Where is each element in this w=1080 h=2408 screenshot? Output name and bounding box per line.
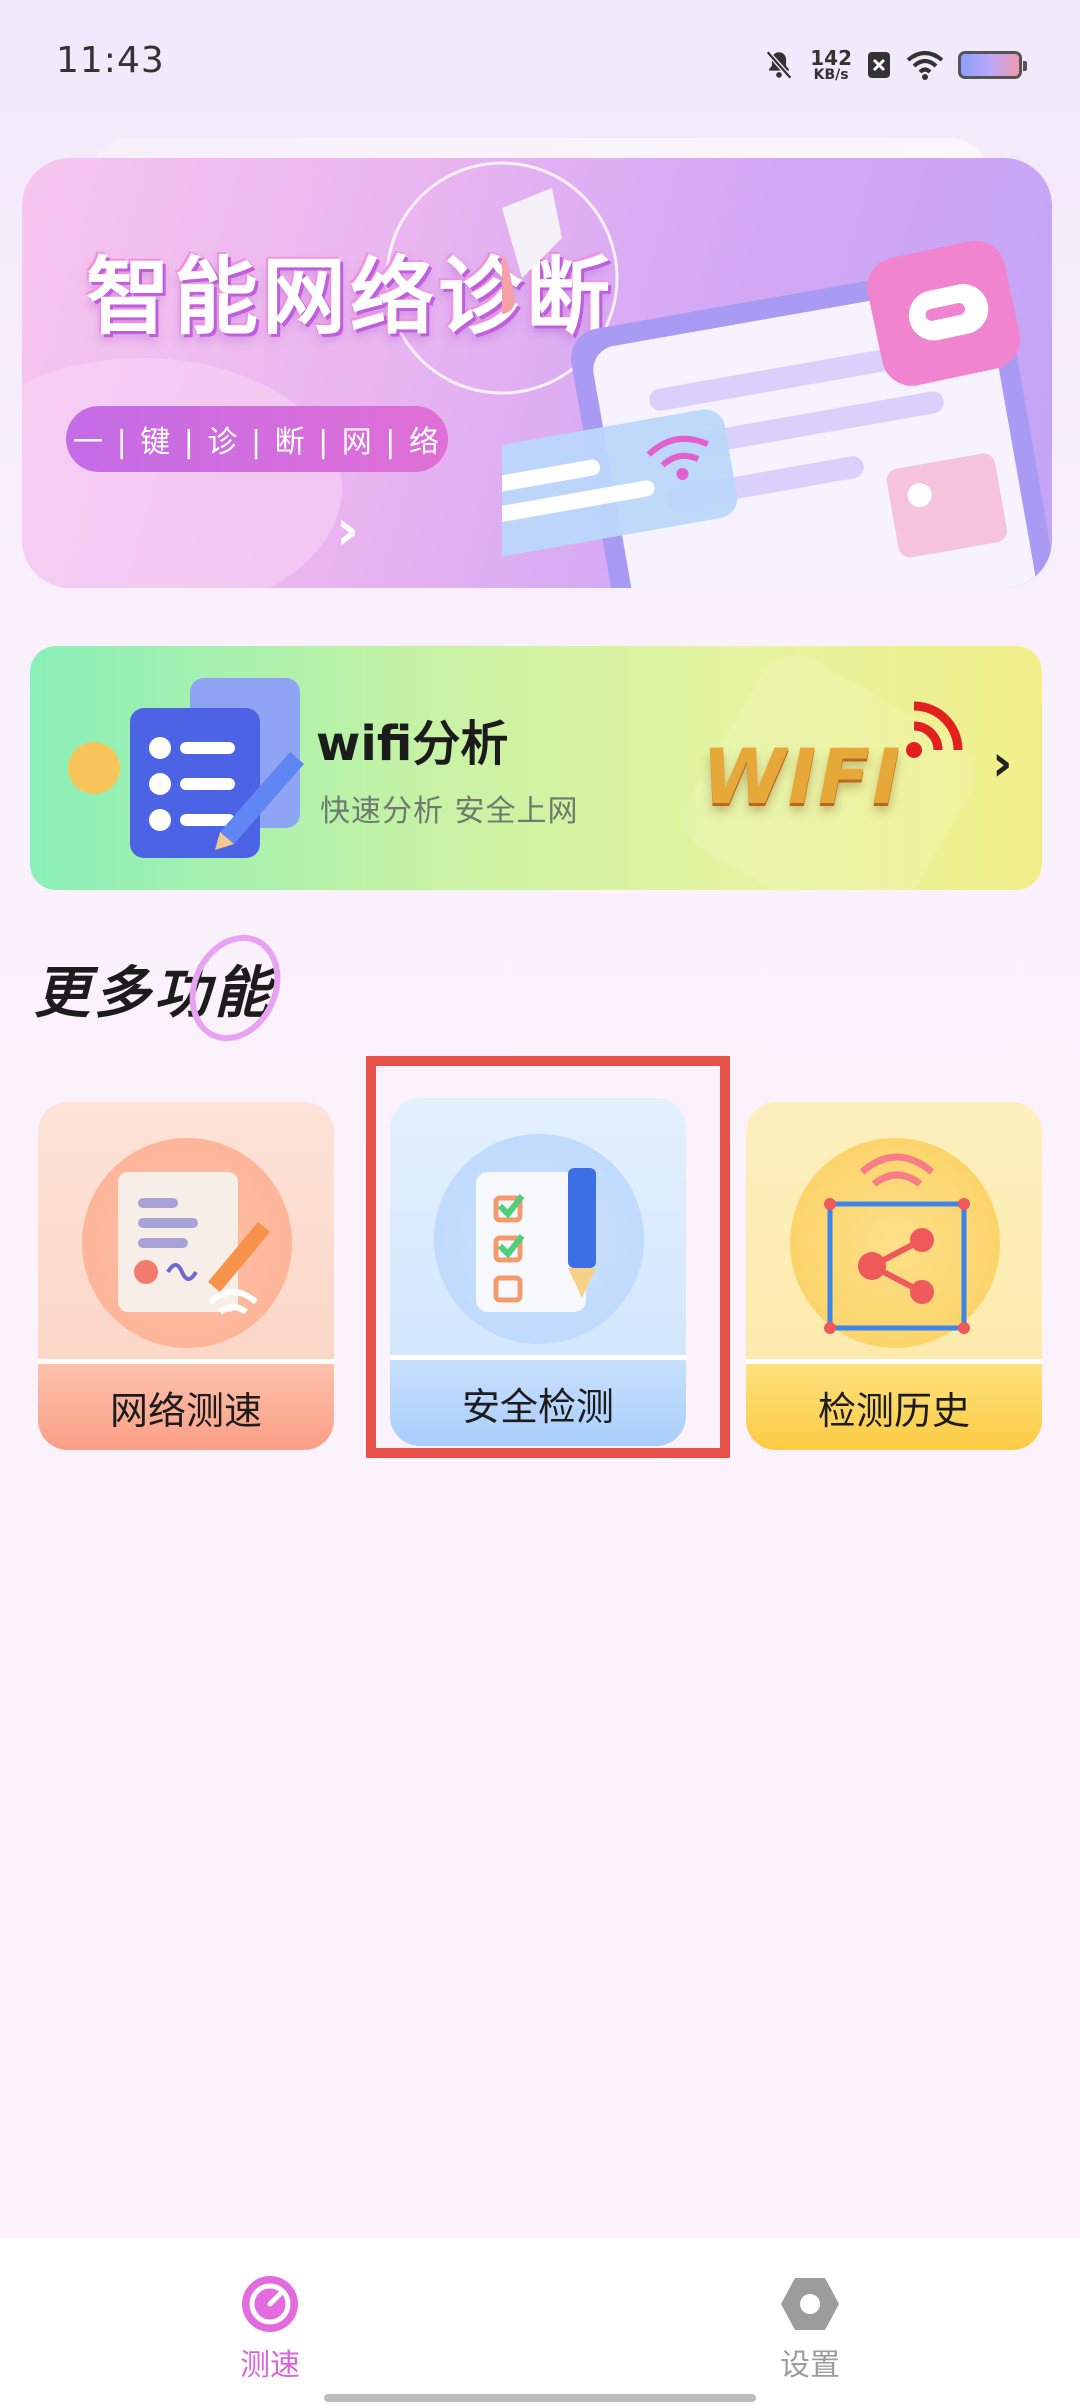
- wifi-analysis-subtitle: 快速分析 安全上网: [320, 794, 579, 829]
- smart-diagnosis-banner[interactable]: 智能网络诊断 一 | 键 | 诊 | 断 | 网 | 络 ›: [22, 158, 1052, 588]
- wifi-signal-icon: [906, 51, 944, 80]
- title-swirl-decoration: [189, 934, 281, 1042]
- feature-label: 网络测速: [38, 1359, 334, 1450]
- speedometer-icon: [242, 2276, 298, 2332]
- sim-blocked-icon: [868, 52, 890, 78]
- feature-card-history[interactable]: 检测历史: [746, 1102, 1042, 1450]
- banner-pill: 一 | 键 | 诊 | 断 | 网 | 络: [66, 406, 448, 472]
- wifi-waves-icon: [906, 701, 963, 758]
- wifi-analysis-title: wifi分析: [316, 716, 509, 772]
- battery-icon: [958, 51, 1027, 79]
- home-indicator[interactable]: [324, 2394, 756, 2402]
- network-speed: 142 KB/s: [810, 48, 852, 82]
- feature-label: 检测历史: [746, 1359, 1042, 1450]
- checklist-document-icon: [68, 678, 304, 858]
- tab-settings[interactable]: 设置: [710, 2274, 910, 2384]
- wifi-analysis-card[interactable]: wifi分析 快速分析 安全上网 WIFI ›: [30, 646, 1042, 890]
- tab-settings-label: 设置: [780, 2348, 840, 2383]
- clock: 11:43: [56, 40, 165, 81]
- document-chat-illustration: [502, 188, 1052, 588]
- tab-speed-test[interactable]: 测速: [170, 2274, 370, 2384]
- network-speed-value: 142: [810, 46, 852, 70]
- network-speed-unit: KB/s: [813, 67, 849, 83]
- share-network-icon: [824, 1153, 970, 1334]
- receipt-pen-icon: [118, 1172, 270, 1315]
- bottom-navigation: 测速 设置: [0, 2238, 1080, 2408]
- wifi-art-text: WIFI: [702, 732, 903, 821]
- bell-muted-icon: [766, 50, 793, 80]
- banner-arrow-icon: ›: [336, 498, 360, 563]
- feature-card-speed-test[interactable]: 网络测速: [38, 1102, 334, 1450]
- wifi-card-chevron-icon: ›: [992, 734, 1013, 792]
- status-bar: 11:43 142 KB/s: [0, 0, 1080, 120]
- hexagon-settings-icon: [781, 2278, 839, 2330]
- highlight-box: [366, 1056, 730, 1458]
- status-icons: 142 KB/s: [762, 40, 1027, 90]
- tab-speed-test-label: 测速: [240, 2348, 300, 2383]
